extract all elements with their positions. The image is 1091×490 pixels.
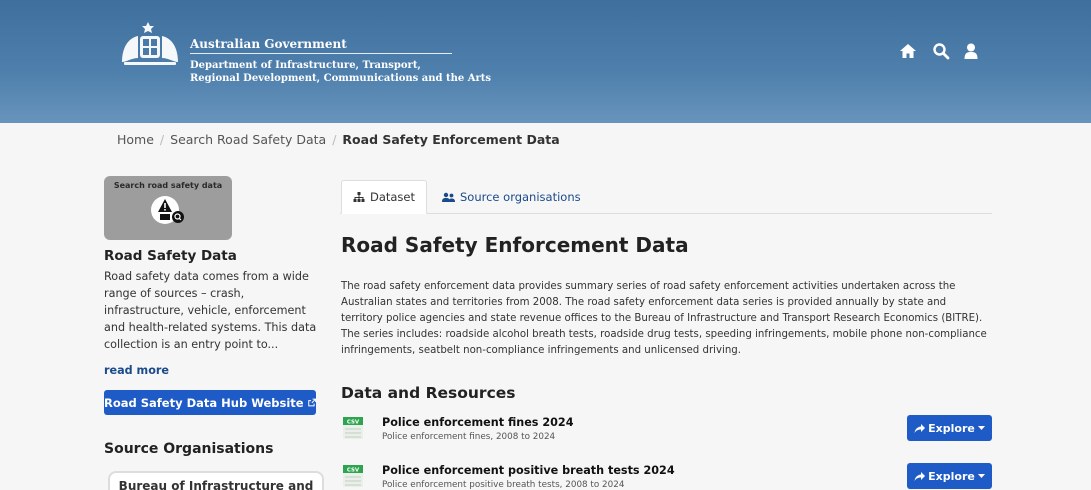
explore-button[interactable]: Explore xyxy=(907,415,992,441)
tab-source-organisations[interactable]: Source organisations xyxy=(432,180,591,214)
dept-name-line1: Department of Infrastructure, Transport, xyxy=(190,60,421,71)
caret-down-icon xyxy=(977,473,985,478)
tab-source-organisations-label: Source organisations xyxy=(460,190,581,204)
explore-label: Explore xyxy=(928,469,975,483)
site-header: Australian Government Department of Infr… xyxy=(0,0,1091,123)
explore-label: Explore xyxy=(928,421,975,435)
sidebar-title: Road Safety Data xyxy=(104,248,237,264)
resource-item[interactable]: CSV Police enforcement positive breath t… xyxy=(341,462,992,490)
resources-heading: Data and Resources xyxy=(341,384,516,402)
source-organisations-heading: Source Organisations xyxy=(104,441,274,457)
breadcrumb-separator: / xyxy=(332,132,337,147)
csv-format-label: CSV xyxy=(347,420,360,426)
csv-file-icon: CSV xyxy=(343,417,363,439)
tab-dataset-label: Dataset xyxy=(369,190,416,204)
user-icon[interactable] xyxy=(962,42,980,60)
read-more-link[interactable]: read more xyxy=(104,364,169,377)
header-divider xyxy=(190,53,452,54)
org-card[interactable]: Bureau of Infrastructure and xyxy=(108,471,324,490)
csv-format-label: CSV xyxy=(347,468,360,474)
dataset-description: The road safety enforcement data provide… xyxy=(341,281,987,356)
share-arrow-icon xyxy=(914,471,926,481)
breadcrumb-current[interactable]: Road Safety Enforcement Data xyxy=(342,132,559,147)
users-icon xyxy=(442,192,455,202)
caret-down-icon xyxy=(977,425,985,430)
gov-title: Australian Government xyxy=(190,37,347,51)
breadcrumb-separator: / xyxy=(159,132,165,147)
csv-file-icon: CSV xyxy=(343,465,363,487)
org-name: Bureau of Infrastructure and xyxy=(118,479,314,490)
coat-of-arms-logo[interactable] xyxy=(116,22,184,70)
share-arrow-icon xyxy=(914,423,926,433)
search-icon[interactable] xyxy=(932,42,950,60)
breadcrumb-search[interactable]: Search Road Safety Data xyxy=(170,132,326,147)
explore-button[interactable]: Explore xyxy=(907,463,992,489)
collection-image-label: Search road safety data xyxy=(113,181,223,190)
hub-website-label: Road Safety Data Hub Website xyxy=(104,395,304,410)
resource-description: Police enforcement fines, 2008 to 2024 xyxy=(382,432,556,442)
resource-name[interactable]: Police enforcement positive breath tests… xyxy=(382,464,675,477)
home-icon[interactable] xyxy=(899,42,917,60)
road-safety-icon xyxy=(151,196,184,224)
hub-website-button[interactable]: Road Safety Data Hub Website xyxy=(104,390,316,415)
collection-image[interactable]: Search road safety data xyxy=(104,176,232,240)
tab-dataset[interactable]: Dataset xyxy=(341,180,427,214)
resource-description: Police enforcement positive breath tests… xyxy=(382,480,625,490)
breadcrumb-home[interactable]: Home xyxy=(117,132,154,147)
resource-name[interactable]: Police enforcement fines 2024 xyxy=(382,416,574,429)
sidebar-description: Road safety data comes from a wide range… xyxy=(104,270,317,351)
sitemap-icon xyxy=(353,191,365,202)
breadcrumb: Home / Search Road Safety Data / Road Safety… xyxy=(117,132,560,147)
page-title: Road Safety Enforcement Data xyxy=(341,233,689,257)
external-link-icon xyxy=(307,398,316,407)
resource-item[interactable]: CSV Police enforcement fines 2024 Police… xyxy=(341,414,992,444)
dept-name-line2: Regional Development, Communications and… xyxy=(190,73,492,84)
dataset-tabs: Dataset Source organisations xyxy=(340,180,992,214)
